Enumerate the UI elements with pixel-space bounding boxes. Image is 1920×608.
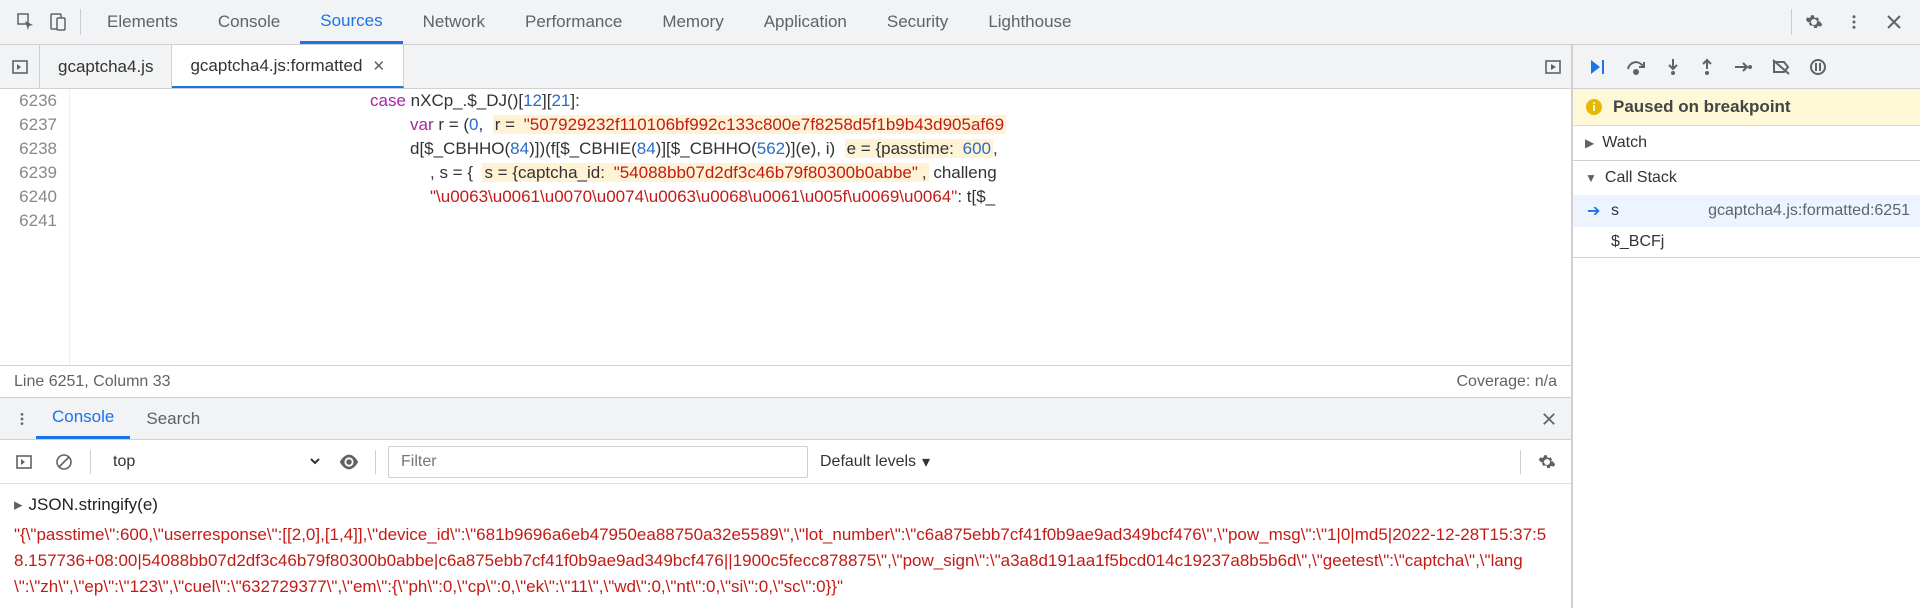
call-stack-section: ▼Call Stack ➔sgcaptcha4.js:formatted:625…: [1573, 161, 1920, 258]
drawer-tab-console[interactable]: Console: [36, 398, 130, 439]
coverage-status: Coverage: n/a: [1456, 373, 1557, 391]
tab-console[interactable]: Console: [198, 0, 300, 44]
line-number[interactable]: 6238: [0, 137, 57, 161]
expand-icon[interactable]: ▸: [14, 495, 23, 514]
source-tab[interactable]: gcaptcha4.js: [40, 45, 172, 88]
source-tab[interactable]: gcaptcha4.js:formatted✕: [172, 45, 404, 88]
live-expression-icon[interactable]: [335, 451, 363, 473]
resume-icon[interactable]: [1587, 57, 1607, 77]
close-icon[interactable]: ✕: [372, 57, 385, 75]
tab-memory[interactable]: Memory: [642, 0, 743, 44]
device-toolbar-icon[interactable]: [42, 6, 74, 38]
current-frame-icon: ➔: [1587, 201, 1601, 221]
close-drawer-icon[interactable]: [1535, 412, 1563, 426]
console-settings-icon[interactable]: [1533, 453, 1561, 471]
stack-frame[interactable]: ➔sgcaptcha4.js:formatted:6251: [1573, 195, 1920, 227]
line-number[interactable]: 6241: [0, 209, 57, 233]
step-out-icon[interactable]: [1699, 57, 1715, 77]
console-output[interactable]: ▸ JSON.stringify(e) "{\"passtime\":600,\"…: [0, 484, 1571, 608]
paused-banner: Paused on breakpoint: [1573, 89, 1920, 126]
stack-frame[interactable]: $_BCFj: [1573, 227, 1920, 257]
tab-security[interactable]: Security: [867, 0, 968, 44]
tab-network[interactable]: Network: [403, 0, 505, 44]
console-result: "{\"passtime\":600,\"userresponse\":[[2,…: [14, 522, 1557, 600]
deactivate-breakpoints-icon[interactable]: [1771, 58, 1791, 76]
tab-sources[interactable]: Sources: [300, 0, 402, 44]
navigator-toggle-icon[interactable]: [0, 45, 40, 88]
line-number[interactable]: 6240: [0, 185, 57, 209]
more-menu-icon[interactable]: [1838, 6, 1870, 38]
cursor-position: Line 6251, Column 33: [14, 373, 171, 391]
console-toolbar: top Default levels▾: [0, 440, 1571, 484]
step-into-icon[interactable]: [1665, 57, 1681, 77]
tab-lighthouse[interactable]: Lighthouse: [968, 0, 1091, 44]
drawer-menu-icon[interactable]: [8, 411, 36, 427]
tab-application[interactable]: Application: [744, 0, 867, 44]
tab-elements[interactable]: Elements: [87, 0, 198, 44]
chevron-right-icon: ▶: [1585, 136, 1594, 150]
clear-console-icon[interactable]: [50, 452, 78, 472]
debugger-panel: Paused on breakpoint ▶Watch ▼Call Stack …: [1572, 45, 1920, 608]
editor-status-bar: Line 6251, Column 33 Coverage: n/a: [0, 365, 1571, 397]
drawer-tab-search[interactable]: Search: [130, 398, 216, 439]
debugger-toolbar: [1573, 45, 1920, 89]
code-editor[interactable]: 623662376238623962406241 case nXCp_.$_DJ…: [0, 89, 1571, 365]
line-number[interactable]: 6237: [0, 113, 57, 137]
close-devtools-icon[interactable]: [1878, 6, 1910, 38]
tab-performance[interactable]: Performance: [505, 0, 642, 44]
line-number[interactable]: 6239: [0, 161, 57, 185]
run-snippet-icon[interactable]: [1535, 58, 1571, 76]
drawer-tabs: ConsoleSearch: [0, 398, 1571, 440]
console-filter-input[interactable]: [388, 446, 808, 478]
devtools-tab-bar: ElementsConsoleSourcesNetworkPerformance…: [0, 0, 1920, 45]
console-sidebar-toggle-icon[interactable]: [10, 453, 38, 471]
step-over-icon[interactable]: [1625, 57, 1647, 77]
settings-icon[interactable]: [1798, 6, 1830, 38]
console-command: JSON.stringify(e): [29, 495, 158, 514]
inspect-element-icon[interactable]: [10, 6, 42, 38]
watch-section[interactable]: ▶Watch: [1573, 126, 1920, 161]
execution-context-select[interactable]: top: [103, 448, 323, 475]
info-icon: [1585, 98, 1603, 116]
step-icon[interactable]: [1733, 59, 1753, 75]
log-level-select[interactable]: Default levels▾: [820, 452, 930, 472]
source-file-tabs: gcaptcha4.jsgcaptcha4.js:formatted✕: [0, 45, 1571, 89]
line-number[interactable]: 6236: [0, 89, 57, 113]
chevron-down-icon: ▼: [1585, 171, 1597, 185]
pause-on-exceptions-icon[interactable]: [1809, 58, 1827, 76]
